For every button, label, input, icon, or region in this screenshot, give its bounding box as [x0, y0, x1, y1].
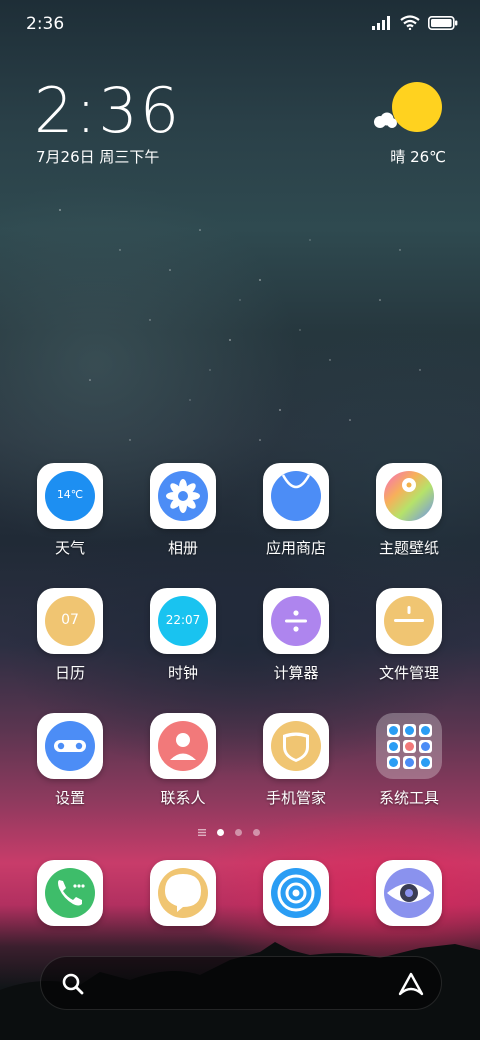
app-weather[interactable]: 14℃ 天气 [22, 463, 118, 558]
status-bar: 2:36 [0, 0, 480, 50]
message-icon [150, 860, 216, 926]
page-dot[interactable] [253, 829, 260, 836]
app-themes[interactable]: 主题壁纸 [361, 463, 457, 558]
app-label: 联系人 [160, 789, 206, 807]
app-clock[interactable]: 22:07 时钟 [135, 588, 231, 683]
contacts-icon [150, 713, 216, 779]
weather-text: 晴 26℃ [390, 148, 446, 166]
app-label: 时钟 [167, 664, 198, 682]
weather-widget[interactable]: 晴 26℃ [366, 82, 446, 172]
wifi-icon [400, 15, 420, 30]
weather-app-icon: 14℃ [37, 463, 103, 529]
dock-messages[interactable] [135, 860, 231, 926]
file-manager-icon [376, 588, 442, 654]
folder-system-tools[interactable]: 系统工具 [361, 713, 457, 808]
themes-icon [376, 463, 442, 529]
app-security[interactable]: 手机管家 [248, 713, 344, 808]
search-icon[interactable] [61, 972, 85, 996]
dock-camera[interactable] [361, 860, 457, 926]
clock-widget-date[interactable]: 7月26日 周三下午 [36, 146, 159, 167]
clock-app-time: 22:07 [165, 613, 201, 627]
dock-phone[interactable] [22, 860, 118, 926]
app-label: 设置 [54, 789, 85, 807]
page-list-icon[interactable] [198, 829, 206, 836]
app-label: 计算器 [273, 664, 319, 682]
page-indicator [198, 829, 260, 836]
clock-icon: 22:07 [150, 588, 216, 654]
search-bar[interactable] [40, 956, 442, 1010]
app-store-icon [263, 463, 329, 529]
gallery-icon [150, 463, 216, 529]
clock-widget-time[interactable]: 2:36 [34, 74, 181, 147]
calculator-icon [263, 588, 329, 654]
app-label: 天气 [54, 539, 85, 557]
app-label: 系统工具 [378, 789, 439, 807]
weather-app-temp: 14℃ [56, 488, 84, 501]
calendar-icon: 07 [37, 588, 103, 654]
camera-icon [376, 860, 442, 926]
calendar-day: 07 [61, 612, 79, 628]
app-label: 应用商店 [265, 539, 326, 557]
app-file-manager[interactable]: 文件管理 [361, 588, 457, 683]
phone-icon [37, 860, 103, 926]
security-icon [263, 713, 329, 779]
signal-icon [372, 15, 390, 30]
app-contacts[interactable]: 联系人 [135, 713, 231, 808]
page-dot[interactable] [235, 829, 242, 836]
app-label: 日历 [54, 664, 85, 682]
app-label: 主题壁纸 [378, 539, 439, 557]
folder-icon [376, 713, 442, 779]
settings-icon [37, 713, 103, 779]
app-calendar[interactable]: 07 日历 [22, 588, 118, 683]
sun-icon [392, 82, 442, 132]
cloud-icon [374, 112, 397, 128]
app-label: 相册 [167, 539, 198, 557]
page-dot-active[interactable] [217, 829, 224, 836]
app-calculator[interactable]: 计算器 [248, 588, 344, 683]
app-label: 文件管理 [378, 664, 439, 682]
status-time: 2:36 [26, 14, 65, 34]
dock-browser[interactable] [248, 860, 344, 926]
battery-icon [428, 15, 458, 30]
app-gallery[interactable]: 相册 [135, 463, 231, 558]
status-icons [372, 15, 458, 30]
app-store[interactable]: 应用商店 [248, 463, 344, 558]
app-label: 手机管家 [265, 789, 326, 807]
assistant-icon[interactable] [397, 971, 425, 997]
browser-icon [263, 860, 329, 926]
app-settings[interactable]: 设置 [22, 713, 118, 808]
